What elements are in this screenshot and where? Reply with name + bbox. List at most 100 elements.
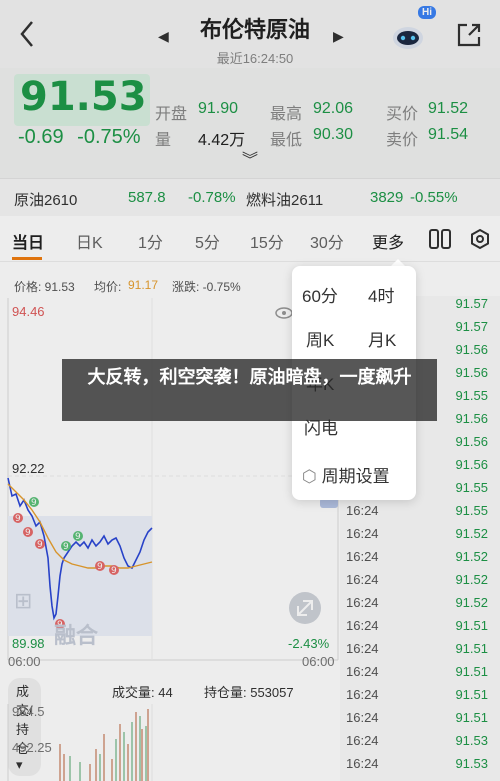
tick-row: 16:24 91.53 (340, 733, 500, 756)
related-price-1: 587.8 (128, 189, 166, 206)
volume-value: 成交量: 44 (112, 685, 173, 700)
tick-price: 91.51 (455, 664, 488, 679)
svg-text:9: 9 (75, 532, 81, 542)
tick-row: 16:24 91.52 (340, 595, 500, 618)
low-value: 90.30 (313, 126, 354, 143)
svg-text:9: 9 (31, 498, 37, 508)
tick-price: 91.53 (455, 756, 488, 771)
svg-text:⊞: ⊞ (14, 589, 32, 614)
price-change: -0.69 -0.75% (18, 126, 149, 149)
svg-text:9: 9 (111, 566, 117, 576)
tick-time: 16:24 (346, 756, 379, 771)
axis-mid: 92.22 (12, 461, 45, 476)
tick-price: 91.57 (455, 296, 488, 311)
volume-axis-mid: 492.25 (12, 740, 52, 755)
tab-15min[interactable]: 15分 (250, 229, 284, 253)
tick-price: 91.52 (455, 526, 488, 541)
layout-toggle-icon[interactable] (428, 228, 452, 250)
tick-time: 16:24 (346, 503, 379, 518)
tab-daily-k[interactable]: 日K (76, 229, 103, 253)
tick-row: 16:24 91.51 (340, 664, 500, 687)
menu-item-4hour[interactable]: 4时 (368, 282, 394, 307)
last-price: 91.53 (20, 74, 147, 120)
related-name-1: 原油2610 (14, 192, 78, 209)
svg-text:9: 9 (25, 528, 31, 538)
related-pct-1: -0.78% (188, 189, 236, 206)
tick-time: 16:24 (346, 595, 379, 610)
tab-more[interactable]: 更多 (372, 229, 404, 253)
tick-price: 91.51 (455, 710, 488, 725)
info-change: 涨跌: -0.75% (172, 280, 241, 294)
tick-price: 91.56 (455, 457, 488, 472)
bid-value: 91.52 (428, 100, 469, 117)
tick-row: 16:24 91.53 (340, 756, 500, 779)
tick-row: 16:24 91.51 (340, 710, 500, 733)
tick-price: 91.52 (455, 549, 488, 564)
info-avg-value: 91.17 (128, 278, 159, 292)
tick-price: 91.52 (455, 595, 488, 610)
time-start: 06:00 (8, 654, 41, 669)
tick-price: 91.56 (455, 434, 488, 449)
back-arrow-icon[interactable] (14, 18, 42, 50)
tick-time: 16:24 (346, 526, 379, 541)
tick-time: 16:24 (346, 710, 379, 725)
tick-time: 16:24 (346, 664, 379, 679)
headline-banner[interactable]: 大反转，利空突袭！原油暗盘，一度飙升 (62, 359, 437, 421)
svg-text:9: 9 (63, 542, 69, 552)
open-interest-value: 持仓量: 553057 (204, 685, 294, 700)
title-block: 布伦特原油 最近16:24:50 (160, 12, 350, 67)
tick-price: 91.53 (455, 733, 488, 748)
change-percent: -0.75% (77, 126, 141, 148)
tick-row: 16:24 91.51 (340, 641, 500, 664)
related-name-2: 燃料油2611 (246, 192, 324, 209)
tick-time: 16:24 (346, 687, 379, 702)
next-instrument-icon[interactable]: ▶ (333, 28, 344, 45)
menu-item-period-settings[interactable]: ⬡ 周期设置 (302, 462, 390, 487)
ask-label: 卖价 (386, 132, 419, 149)
tick-price: 91.55 (455, 388, 488, 403)
tick-price: 91.55 (455, 480, 488, 495)
tick-price: 91.52 (455, 572, 488, 587)
tick-row: 16:24 91.55 (340, 503, 500, 526)
tick-price: 91.51 (455, 618, 488, 633)
tab-intraday[interactable]: 当日 (12, 229, 44, 260)
tick-row: 16:24 91.51 (340, 618, 500, 641)
menu-item-60min[interactable]: 60分 (302, 282, 338, 307)
tick-price: 91.56 (455, 342, 488, 357)
tick-price: 91.57 (455, 319, 488, 334)
period-settings-label: 周期设置 (321, 467, 390, 486)
bid-label: 买价 (386, 106, 419, 123)
info-price: 价格: 91.53 (14, 280, 75, 294)
tick-price: 91.56 (455, 365, 488, 380)
menu-item-weekly-k[interactable]: 周K (306, 326, 334, 351)
share-icon[interactable] (454, 20, 484, 50)
ask-value: 91.54 (428, 126, 469, 143)
chart-canvas: 9 9 9 9 9 9 9 9 9 ⊞ (7, 298, 339, 661)
open-label: 开盘 (155, 106, 188, 123)
menu-item-monthly-k[interactable]: 月K (368, 326, 396, 351)
assistant-badge: Hi (418, 6, 436, 19)
time-end: 06:00 (302, 654, 335, 669)
tick-row: 16:24 91.52 (340, 526, 500, 549)
page-title: 布伦特原油 (199, 17, 310, 42)
intraday-chart[interactable]: 9 9 9 9 9 9 9 9 9 ⊞ 94.46 92.22 89.98 -2… (0, 296, 340, 676)
tick-price: 91.56 (455, 411, 488, 426)
period-tabs: 当日 日K 1分 5分 15分 30分 更多 (0, 218, 500, 262)
related-pct-2: -0.55% (410, 189, 458, 206)
volume-value: 4.42万 (198, 132, 246, 149)
axis-high: 94.46 (12, 304, 45, 319)
assistant-robot-icon[interactable] (388, 14, 428, 54)
volume-label: 量 (155, 132, 172, 149)
high-label: 最高 (270, 106, 303, 123)
tab-5min[interactable]: 5分 (195, 229, 220, 253)
tick-time: 16:24 (346, 641, 379, 656)
related-contracts-bar[interactable]: 原油2610 587.8 -0.78% 燃料油2611 3829 -0.55% (0, 178, 500, 216)
tab-1min[interactable]: 1分 (138, 229, 163, 253)
settings-gear-icon[interactable] (469, 228, 491, 250)
expand-chevron-icon[interactable]: ︾ (242, 146, 258, 170)
axis-low: 89.98 (12, 636, 45, 651)
tick-price: 91.55 (455, 503, 488, 518)
high-value: 92.06 (313, 100, 354, 117)
tab-30min[interactable]: 30分 (310, 229, 344, 253)
tick-price: 91.51 (455, 687, 488, 702)
